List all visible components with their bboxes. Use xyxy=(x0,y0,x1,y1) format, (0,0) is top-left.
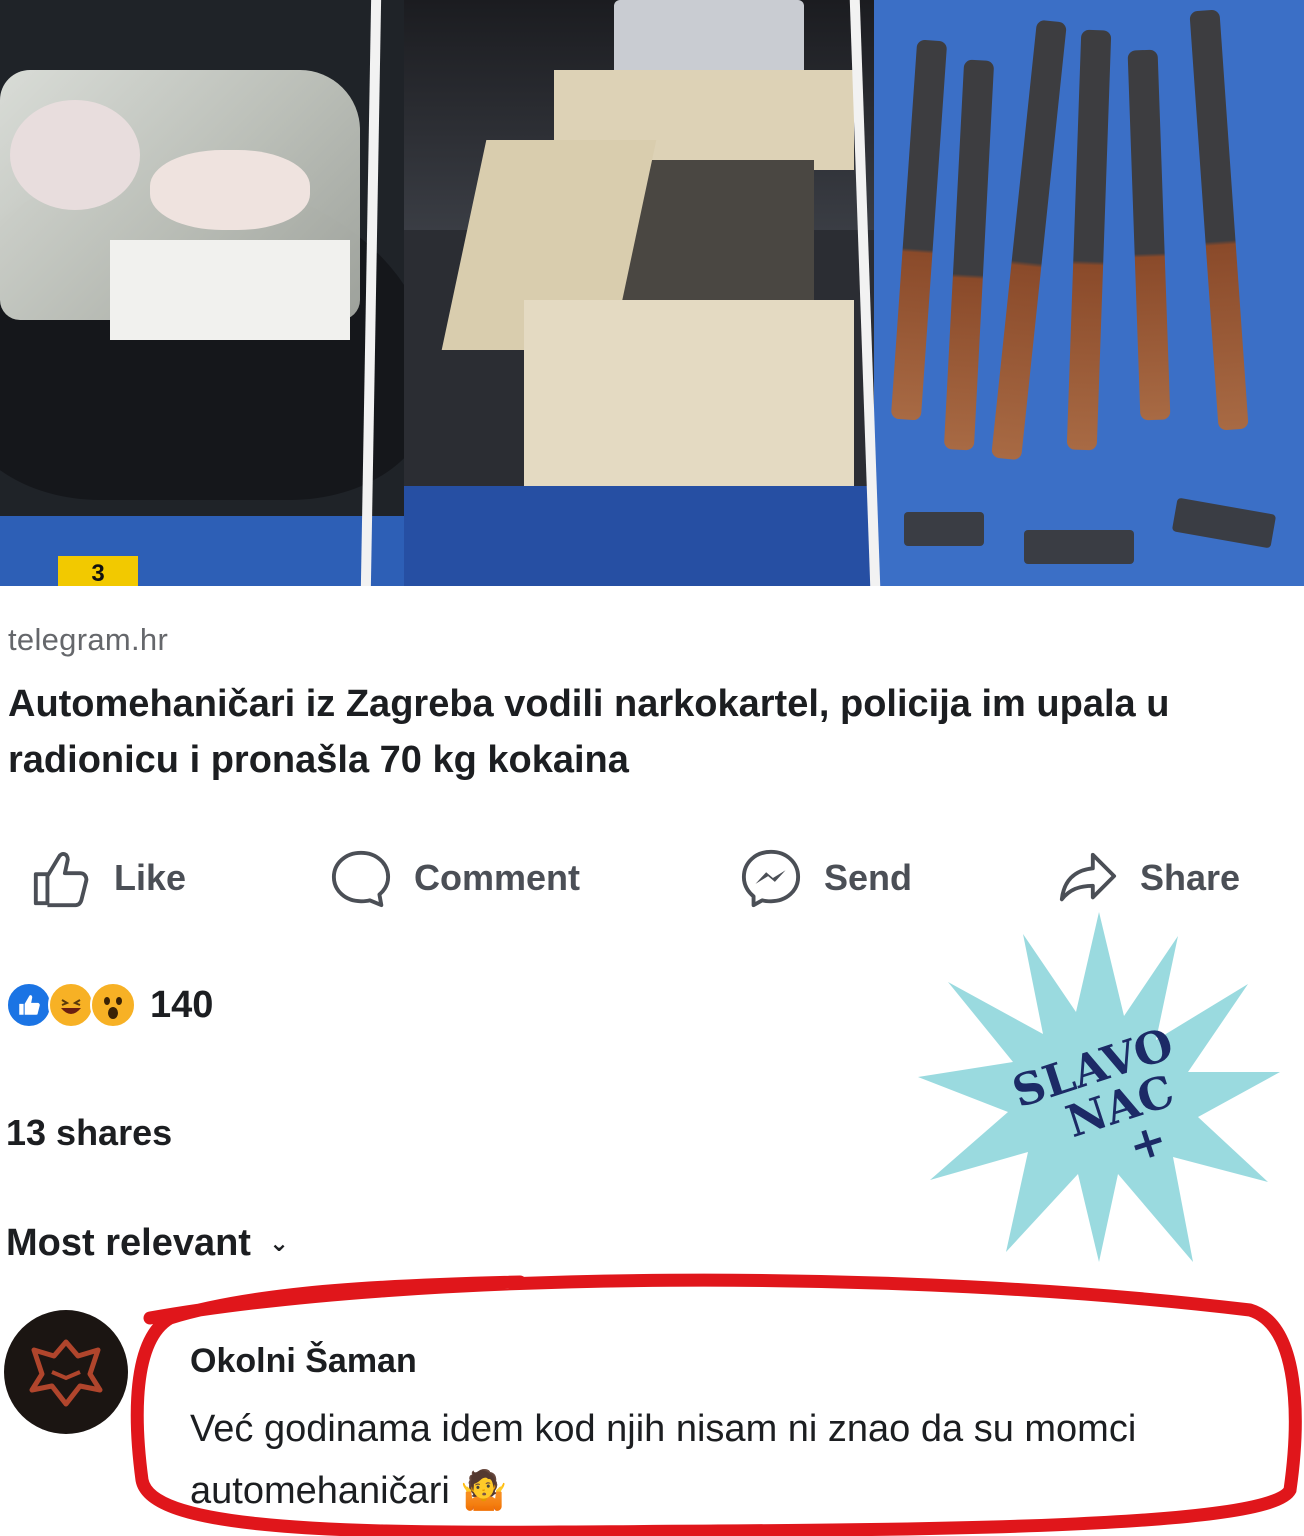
article-photo-collage[interactable]: 3 xyxy=(0,0,1304,586)
comment-text: Već godinama idem kod njih nisam ni znao… xyxy=(190,1408,1137,1512)
reaction-count: 140 xyxy=(150,983,214,1026)
photo-cardboard-box xyxy=(404,0,874,586)
thumbs-up-icon xyxy=(33,852,89,908)
like-label: Like xyxy=(114,857,187,898)
haha-reaction-icon xyxy=(48,982,94,1028)
wow-reaction-icon xyxy=(90,982,136,1028)
photo-seized-packages: 3 xyxy=(0,0,404,586)
comment-sort-dropdown[interactable]: Most relevant ⌄ xyxy=(6,1222,289,1265)
comment-button[interactable]: Comment xyxy=(330,848,580,908)
share-arrow-icon xyxy=(1059,852,1117,902)
like-button[interactable]: Like xyxy=(30,848,186,908)
shrug-emoji: 🤷 xyxy=(460,1470,508,1512)
comment-label: Comment xyxy=(414,857,581,898)
evidence-marker: 3 xyxy=(58,556,138,586)
like-reaction-icon xyxy=(6,982,52,1028)
messenger-icon xyxy=(741,849,801,908)
link-headline[interactable]: Automehaničari iz Zagreba vodili narkoka… xyxy=(8,676,1288,788)
photo-seized-firearms xyxy=(874,0,1304,586)
chevron-down-icon: ⌄ xyxy=(268,1230,290,1257)
send-button[interactable]: Send xyxy=(740,848,912,908)
reaction-summary[interactable]: 140 xyxy=(6,982,213,1028)
share-count[interactable]: 13 shares xyxy=(6,1112,172,1154)
share-label: Share xyxy=(1140,857,1241,898)
link-source-domain[interactable]: telegram.hr xyxy=(8,622,168,658)
share-button[interactable]: Share xyxy=(1056,848,1240,908)
comment-bubble-icon xyxy=(331,850,391,908)
slavonac-watermark: SLAVO NAC + xyxy=(918,912,1280,1262)
horde-emblem-icon xyxy=(29,1339,103,1407)
send-label: Send xyxy=(824,857,913,898)
commenter-avatar[interactable] xyxy=(4,1310,128,1434)
sort-label: Most relevant xyxy=(6,1222,251,1264)
comment-body: Već godinama idem kod njih nisam ni znao… xyxy=(190,1398,1270,1522)
comment-author[interactable]: Okolni Šaman xyxy=(190,1342,417,1381)
